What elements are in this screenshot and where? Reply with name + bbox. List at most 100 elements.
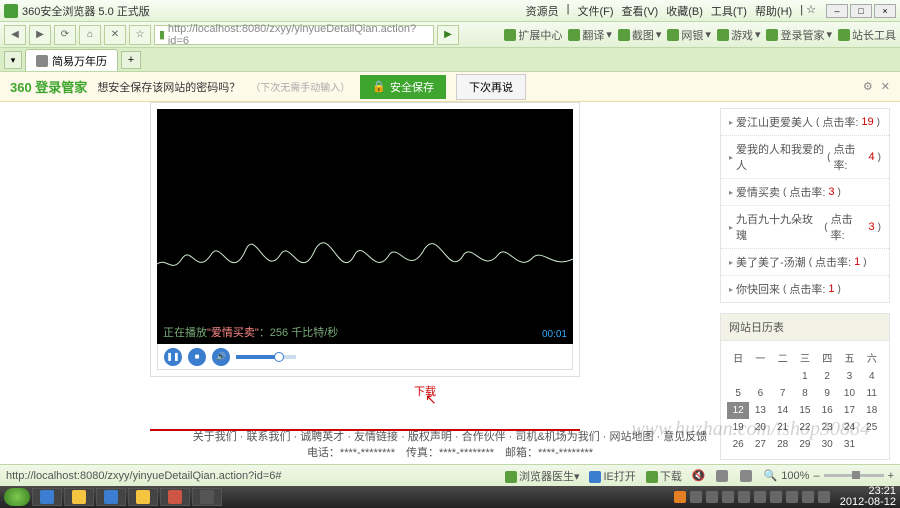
calendar-day[interactable]: 9 [816, 385, 838, 402]
go-button[interactable]: ▶ [437, 25, 459, 45]
menu-item[interactable]: 查看(V) [622, 3, 659, 19]
taskbar-app[interactable] [160, 488, 190, 506]
calendar-day[interactable]: 15 [794, 402, 816, 419]
menu-item[interactable]: 帮助(H) [755, 3, 792, 19]
tray-icon[interactable] [802, 491, 814, 503]
address-bar[interactable]: ▮ http://localhost:8080/zxyy/yinyueDetai… [154, 25, 434, 45]
star-button[interactable]: ☆ [129, 25, 151, 45]
menu-item[interactable]: 收藏(B) [666, 3, 703, 19]
footer-links: 关于我们 · 联系我们 · 诚聘英才 · 友情链接 · 版权声明 · 合作伙伴 … [4, 428, 896, 444]
taskbar-app[interactable] [192, 488, 222, 506]
zoom-control[interactable]: 🔍 100% –+ [764, 469, 894, 482]
calendar-day [749, 368, 771, 385]
taskbar-app[interactable] [64, 488, 94, 506]
calendar-day[interactable]: 5 [727, 385, 749, 402]
song-item[interactable]: ▸九百九十九朵玫瑰 (点击率: 3) [721, 206, 889, 249]
calendar-day[interactable]: 2 [816, 368, 838, 385]
nav-toolbar: ◀ ▶ ⟳ ⌂ ✕ ☆ ▮ http://localhost:8080/zxyy… [0, 22, 900, 48]
new-tab-button[interactable]: + [121, 51, 141, 69]
system-tray: 23:212012-08-12 [674, 486, 896, 508]
forward-button[interactable]: ▶ [29, 25, 51, 45]
song-rate: 3 [869, 221, 875, 233]
calendar-day[interactable]: 12 [727, 402, 749, 419]
arrow-icon: ▸ [729, 223, 733, 232]
song-item[interactable]: ▸爱江山更爱美人 (点击率: 19) [721, 109, 889, 136]
arrow-icon: ▸ [729, 118, 733, 127]
song-rate: 1 [828, 283, 834, 295]
calendar-day[interactable]: 16 [816, 402, 838, 419]
minimize-button[interactable]: – [826, 4, 848, 18]
song-item[interactable]: ▸爱我的人和我爱的人 (点击率: 4) [721, 136, 889, 179]
login-mgr[interactable]: 登录管家▾ [766, 27, 832, 43]
tray-icon[interactable] [754, 491, 766, 503]
song-title: 美了美了-汤潮 [736, 254, 806, 270]
calendar-day[interactable]: 8 [794, 385, 816, 402]
close-button[interactable]: × [874, 4, 896, 18]
song-title: 你快回来 [736, 281, 780, 297]
tray-icon[interactable] [674, 491, 686, 503]
savebar-prompt: 想安全保存该网站的密码吗？ [97, 79, 240, 95]
menu-item[interactable]: 资源员 [526, 3, 559, 19]
pc-icon[interactable] [740, 469, 754, 481]
back-button[interactable]: ◀ [4, 25, 26, 45]
bank[interactable]: 网银▾ [667, 27, 711, 43]
calendar-day[interactable]: 4 [861, 368, 883, 385]
reload-button[interactable]: ⟳ [54, 25, 76, 45]
browser-tab[interactable]: 简易万年历 [25, 49, 118, 71]
tray-icon[interactable] [818, 491, 830, 503]
taskbar-app[interactable] [32, 488, 62, 506]
volume-slider[interactable] [236, 355, 296, 359]
calendar-day[interactable]: 3 [838, 368, 860, 385]
maximize-button[interactable]: □ [850, 4, 872, 18]
tab-favicon [36, 55, 48, 67]
stop-button[interactable]: ✕ [104, 25, 126, 45]
song-item[interactable]: ▸美了美了-汤潮 (点击率: 1) [721, 249, 889, 276]
calendar-day[interactable]: 14 [772, 402, 794, 419]
screenshot[interactable]: 截图▾ [618, 27, 662, 43]
start-button[interactable] [4, 488, 30, 506]
calendar-day[interactable]: 1 [794, 368, 816, 385]
taskbar-app[interactable] [128, 488, 158, 506]
song-rate: 19 [861, 116, 873, 128]
mute-icon[interactable]: 🔇 [692, 469, 706, 482]
downloads[interactable]: 下载 [646, 468, 682, 484]
calendar-day[interactable]: 7 [772, 385, 794, 402]
qq-icon[interactable] [716, 469, 730, 481]
webmaster[interactable]: 站长工具 [838, 27, 896, 43]
song-item[interactable]: ▸你快回来 (点击率: 1) [721, 276, 889, 302]
calendar-day[interactable]: 18 [861, 402, 883, 419]
tray-icon[interactable] [786, 491, 798, 503]
stop-button[interactable]: ■ [188, 348, 206, 366]
song-item[interactable]: ▸爱情买卖 (点击率: 3) [721, 179, 889, 206]
tab-list-button[interactable]: ▾ [4, 51, 22, 69]
tray-icon[interactable] [738, 491, 750, 503]
games[interactable]: 游戏▾ [717, 27, 761, 43]
tray-icon[interactable] [722, 491, 734, 503]
open-in-ie[interactable]: IE打开 [589, 468, 635, 484]
taskbar-clock[interactable]: 23:212012-08-12 [840, 486, 896, 508]
translate[interactable]: 翻译▾ [568, 27, 612, 43]
taskbar-app[interactable] [96, 488, 126, 506]
calendar-day[interactable]: 13 [749, 402, 771, 419]
home-button[interactable]: ⌂ [79, 25, 101, 45]
menu-item[interactable]: 文件(F) [578, 3, 614, 19]
ext-center[interactable]: 扩展中心 [504, 27, 562, 43]
close-bar-icon[interactable]: ✕ [881, 80, 890, 93]
tray-icon[interactable] [690, 491, 702, 503]
download-link[interactable]: 下载 ↖ [150, 383, 700, 399]
calendar-day[interactable]: 17 [838, 402, 860, 419]
page-content: 正在播放"爱情买卖"：256 千比特/秒 00:01 ❚❚ ■ 🔊 下载 ↖ ▸… [0, 102, 900, 464]
browser-doctor[interactable]: 浏览器医生▾ [505, 468, 580, 484]
calendar-day[interactable]: 11 [861, 385, 883, 402]
calendar-day[interactable]: 6 [749, 385, 771, 402]
tray-icon[interactable] [770, 491, 782, 503]
calendar-day[interactable]: 10 [838, 385, 860, 402]
volume-icon[interactable]: 🔊 [212, 348, 230, 366]
later-button[interactable]: 下次再说 [456, 74, 526, 100]
pause-button[interactable]: ❚❚ [164, 348, 182, 366]
settings-icon[interactable]: ⚙ [863, 80, 873, 93]
menu-item[interactable]: 工具(T) [711, 3, 747, 19]
song-rate: 3 [828, 186, 834, 198]
tray-icon[interactable] [706, 491, 718, 503]
save-password-button[interactable]: 🔒 安全保存 [360, 75, 446, 99]
